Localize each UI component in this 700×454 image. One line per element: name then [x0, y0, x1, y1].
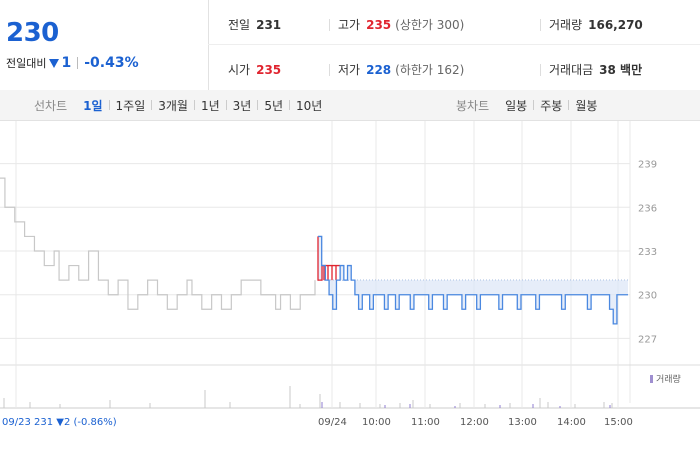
high-value: 235: [366, 18, 392, 32]
line-chart-title: 선차트: [34, 98, 68, 113]
upper-limit: (상한가 300): [395, 18, 465, 32]
volume-legend-swatch: [650, 375, 653, 383]
low-stat: 저가 228 (하한가 162): [338, 61, 464, 78]
tab-weekly[interactable]: 주봉: [534, 97, 568, 114]
change-percent: -0.43%: [84, 55, 139, 71]
prev-close-value: 231: [256, 18, 282, 32]
lower-limit: (하한가 162): [395, 63, 465, 77]
change-row: 전일대비 1 -0.43%: [6, 55, 139, 71]
candle-chart-tabs: 봉차트 일봉 주봉 월봉: [456, 90, 603, 120]
change-divider: [77, 57, 79, 69]
stat-separator: [540, 64, 541, 76]
price-chart[interactable]: 239 236 233 230 227 09/24 10:00 11:00 12:00 13:00…: [0, 121, 700, 450]
x-tick-label: 13:00: [508, 417, 537, 428]
amount-label: 거래대금: [549, 63, 594, 77]
stock-summary: 230 전일대비 1 -0.43% 전일 231 고가 235 (상한가 300) 거…: [0, 0, 700, 91]
summary-divider: [208, 44, 700, 45]
change-label: 전일대비: [6, 57, 47, 70]
change-value: 1: [61, 55, 72, 71]
tab-monthly[interactable]: 월봉: [569, 97, 603, 114]
volume-value: 166,270: [588, 18, 643, 32]
stat-separator: [329, 19, 330, 31]
x-tick-label: 10:00: [362, 417, 391, 428]
prev-close-stat: 전일 231: [228, 16, 281, 33]
price-box: 230 전일대비 1 -0.43%: [0, 0, 209, 90]
candle-chart-title: 봉차트: [456, 98, 490, 113]
prev-close-label: 전일: [228, 18, 251, 32]
y-tick-label: 236: [638, 203, 657, 214]
low-label: 저가: [338, 63, 361, 77]
open-label: 시가: [228, 63, 251, 77]
stock-widget: 230 전일대비 1 -0.43% 전일 231 고가 235 (상한가 300) 거…: [0, 0, 700, 450]
volume-stat: 거래량 166,270: [549, 16, 643, 33]
volume-legend-label: 거래량: [656, 373, 681, 385]
y-tick-label: 227: [638, 334, 657, 345]
prev-day-line: [0, 177, 316, 310]
stat-separator: [329, 64, 330, 76]
price-chart-svg: 239 236 233 230 227 09/24 10:00 11:00 12:00 13:00…: [0, 121, 700, 428]
amount-value: 38 백만: [599, 63, 643, 77]
volume-label: 거래량: [549, 18, 583, 32]
tab-daily[interactable]: 일봉: [499, 97, 533, 114]
amount-stat: 거래대금 38 백만: [549, 61, 642, 78]
x-tick-label: 14:00: [557, 417, 586, 428]
x-tick-label: 15:00: [604, 417, 633, 428]
below-prev-area: [318, 236, 628, 324]
down-arrow-icon: [49, 58, 60, 68]
x-tick-label: 11:00: [411, 417, 440, 428]
y-tick-label: 233: [638, 247, 657, 258]
current-price: 230: [6, 18, 59, 48]
x-tick-label: 09/24: [318, 417, 347, 428]
tab-1week[interactable]: 1주일: [110, 97, 152, 114]
y-tick-label: 239: [638, 160, 657, 171]
high-stat: 고가 235 (상한가 300): [338, 16, 464, 33]
tab-10year[interactable]: 10년: [290, 97, 328, 114]
y-tick-label: 230: [638, 291, 657, 302]
tab-1year[interactable]: 1년: [195, 97, 226, 114]
x-tick-label: 12:00: [460, 417, 489, 428]
tab-1day[interactable]: 1일: [77, 97, 108, 114]
tab-3year[interactable]: 3년: [227, 97, 258, 114]
low-value: 228: [366, 63, 392, 77]
open-stat: 시가 235: [228, 61, 281, 78]
tab-3month[interactable]: 3개월: [152, 97, 194, 114]
high-label: 고가: [338, 18, 361, 32]
tab-5year[interactable]: 5년: [258, 97, 289, 114]
stat-separator: [540, 19, 541, 31]
prev-day-label: 09/23 231 ▼2 (-0.86%): [2, 417, 117, 428]
line-chart-tabs: 선차트 1일 1주일 3개월 1년 3년 5년 10년: [34, 90, 328, 120]
chart-tab-bar: 선차트 1일 1주일 3개월 1년 3년 5년 10년 봉차트 일봉 주봉 월봉: [0, 90, 700, 121]
open-value: 235: [256, 63, 282, 77]
